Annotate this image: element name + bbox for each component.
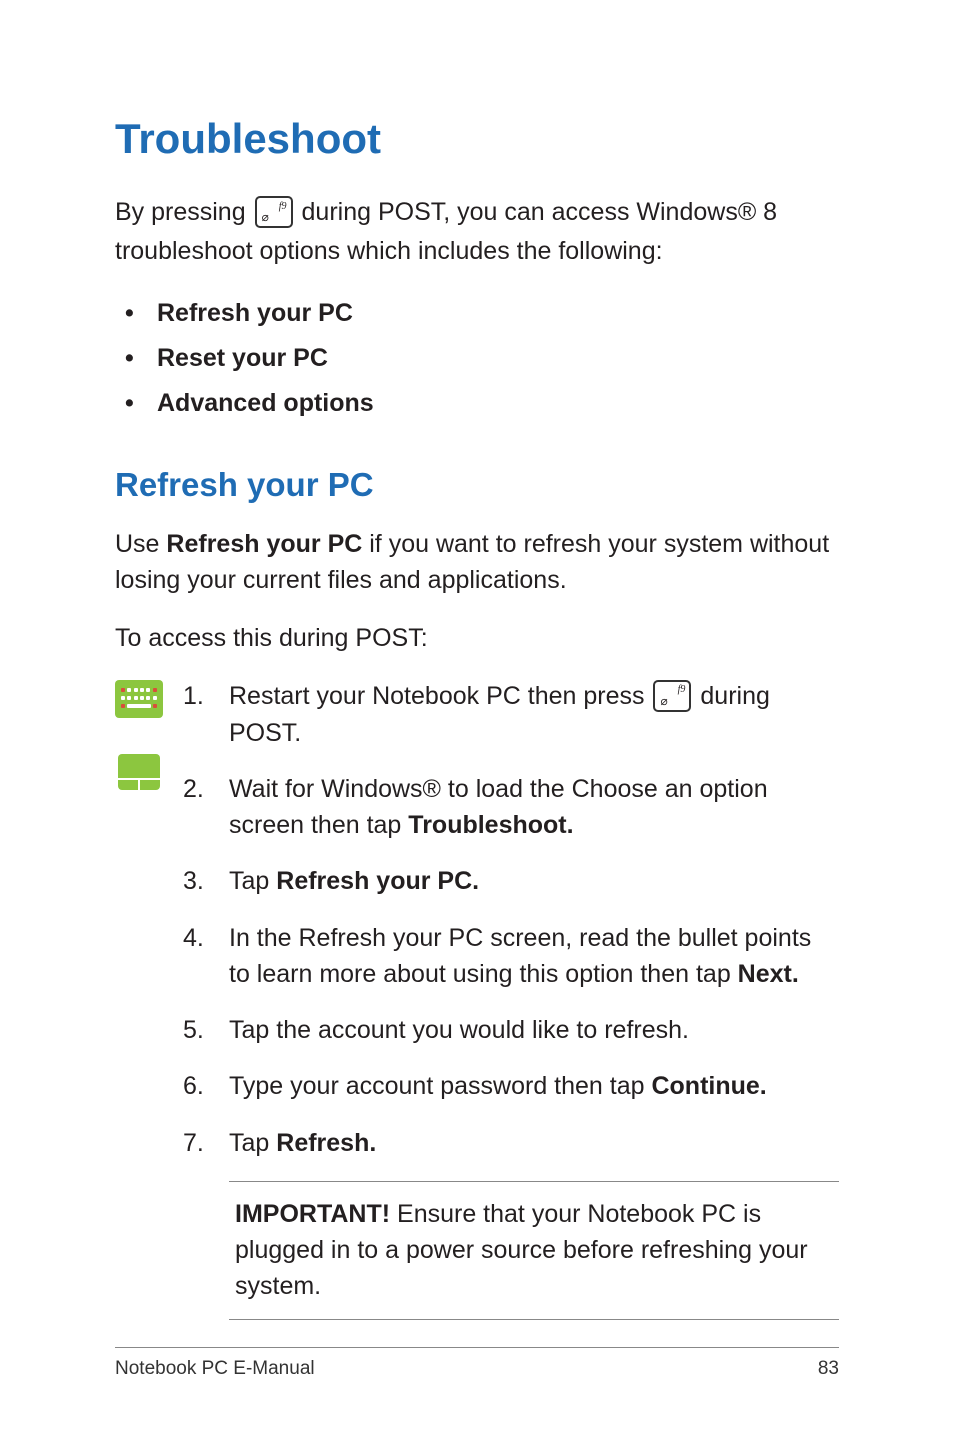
- step-item: Restart your Notebook PC then press f9 ⌀…: [183, 678, 839, 751]
- text: Tap: [229, 867, 276, 895]
- f9-key-icon: f9 ⌀: [653, 680, 691, 712]
- text: Restart your Notebook PC then press: [229, 682, 651, 710]
- f9-key-icon: f9 ⌀: [255, 196, 293, 228]
- bullet-item: Reset your PC: [115, 344, 839, 373]
- bold-text: Refresh your PC.: [276, 867, 479, 895]
- bold-text: Refresh your PC: [166, 530, 362, 558]
- key-glyph-icon: ⌀: [262, 211, 269, 223]
- key-label: f9: [678, 683, 686, 698]
- bold-text: Continue.: [651, 1072, 766, 1100]
- touchpad-icon: [118, 754, 160, 790]
- intro-text-1: By pressing: [115, 198, 253, 226]
- steps-list: Restart your Notebook PC then press f9 ⌀…: [183, 678, 839, 1161]
- step-item: Tap the account you would like to refres…: [183, 1012, 839, 1048]
- bold-text: Refresh.: [276, 1129, 376, 1157]
- bullet-item: Refresh your PC: [115, 299, 839, 328]
- footer-title: Notebook PC E-Manual: [115, 1358, 315, 1380]
- step-item: Wait for Windows® to load the Choose an …: [183, 771, 839, 844]
- keyboard-icon: [115, 680, 163, 718]
- important-label: IMPORTANT!: [235, 1200, 390, 1228]
- page-footer: Notebook PC E-Manual 83: [115, 1347, 839, 1380]
- section-intro: Use Refresh your PC if you want to refre…: [115, 526, 839, 599]
- bold-text: Next.: [738, 960, 799, 988]
- text: Tap: [229, 1129, 276, 1157]
- text: In the Refresh your PC screen, read the …: [229, 924, 811, 988]
- important-note: IMPORTANT! Ensure that your Notebook PC …: [229, 1181, 839, 1320]
- section-heading: Refresh your PC: [115, 466, 839, 504]
- access-line: To access this during POST:: [115, 620, 839, 656]
- step-item: Tap Refresh.: [183, 1125, 839, 1161]
- step-item: In the Refresh your PC screen, read the …: [183, 920, 839, 993]
- text: Use: [115, 530, 166, 558]
- intro-paragraph: By pressing f9 ⌀ during POST, you can ac…: [115, 193, 839, 271]
- bullet-item: Advanced options: [115, 389, 839, 418]
- page-number: 83: [818, 1358, 839, 1380]
- key-glyph-icon: ⌀: [660, 695, 667, 707]
- key-label: f9: [279, 199, 287, 215]
- page-title: Troubleshoot: [115, 115, 839, 163]
- text: Type your account password then tap: [229, 1072, 651, 1100]
- step-item: Type your account password then tap Cont…: [183, 1068, 839, 1104]
- bullet-list: Refresh your PC Reset your PC Advanced o…: [115, 299, 839, 418]
- step-item: Tap Refresh your PC.: [183, 863, 839, 899]
- bold-text: Troubleshoot.: [408, 811, 573, 839]
